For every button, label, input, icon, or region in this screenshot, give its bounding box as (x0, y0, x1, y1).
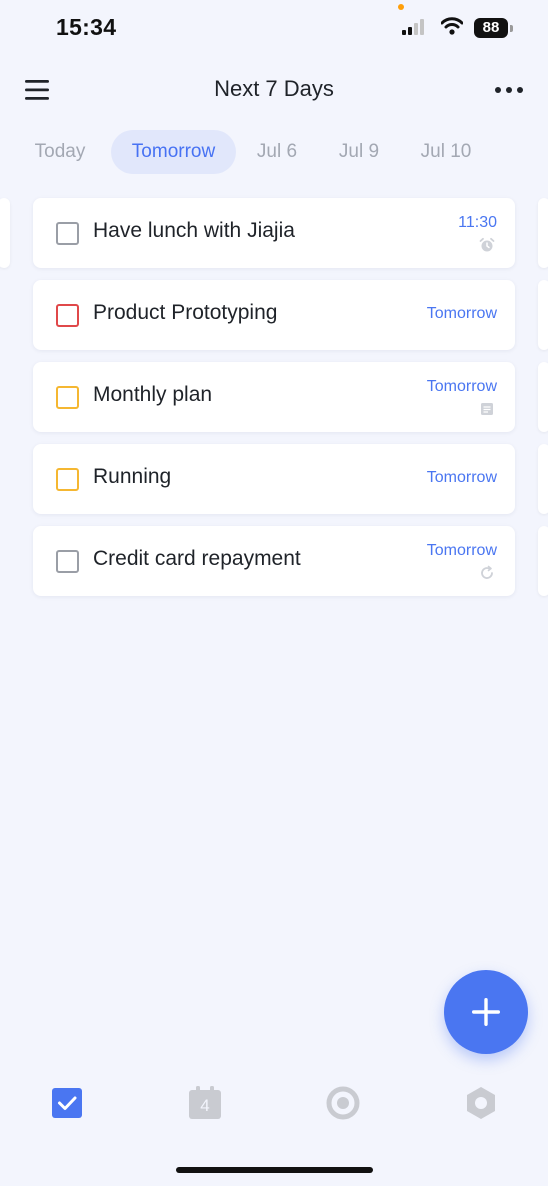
task-check-icon[interactable] (50, 1086, 84, 1120)
tab-jul-9[interactable]: Jul 9 (326, 130, 392, 174)
home-indicator (176, 1167, 373, 1173)
next-page-card (538, 444, 548, 514)
task-title: Have lunch with Jiajia (93, 219, 295, 242)
task-item[interactable]: Credit card repayment Tomorrow (33, 526, 515, 596)
task-item[interactable]: Monthly plan Tomorrow (33, 362, 515, 432)
task-date: Tomorrow (426, 542, 497, 559)
calendar-icon[interactable]: 4 (188, 1086, 222, 1120)
more-options-icon[interactable] (490, 78, 530, 102)
status-time: 15:34 (56, 14, 117, 40)
tab-jul-6[interactable]: Jul 6 (244, 130, 310, 174)
repeat-icon (481, 565, 493, 579)
task-title: Product Prototyping (93, 301, 278, 324)
task-item[interactable]: Running Tomorrow (33, 444, 515, 514)
note-icon (481, 403, 493, 415)
page-title: Next 7 Days (214, 76, 334, 101)
settings-icon[interactable] (464, 1086, 498, 1120)
battery-icon: 88 (474, 18, 516, 38)
task-checkbox[interactable] (56, 386, 79, 409)
next-page-card (538, 362, 548, 432)
tab-tomorrow[interactable]: Tomorrow (111, 130, 236, 174)
task-date: Tomorrow (426, 378, 497, 395)
bottom-tab-bar: 4 (0, 1080, 548, 1130)
calendar-day-number: 4 (200, 1096, 210, 1115)
status-bar: 15:34 88 (0, 0, 548, 56)
header: Next 7 Days (0, 64, 548, 116)
wifi-icon (441, 17, 463, 35)
task-checkbox[interactable] (56, 550, 79, 573)
task-date: Tomorrow (426, 469, 497, 486)
focus-icon[interactable] (326, 1086, 360, 1120)
next-page-card (538, 280, 548, 350)
tab-jul-10[interactable]: Jul 10 (408, 130, 484, 174)
task-date: Tomorrow (426, 305, 497, 322)
alarm-icon (479, 237, 495, 252)
task-checkbox[interactable] (56, 222, 79, 245)
task-time: 11:30 (458, 214, 497, 231)
task-title: Running (93, 465, 172, 488)
prev-page-card (0, 198, 10, 268)
task-title: Monthly plan (93, 383, 213, 406)
battery-level: 88 (474, 18, 508, 38)
task-item[interactable]: Have lunch with Jiajia 11:30 (33, 198, 515, 268)
cellular-signal-icon (402, 19, 424, 35)
task-title: Credit card repayment (93, 547, 301, 570)
plus-icon (472, 998, 500, 1026)
next-page-card (538, 526, 548, 596)
tab-today[interactable]: Today (18, 130, 102, 174)
add-task-button[interactable] (444, 970, 528, 1054)
task-checkbox[interactable] (56, 468, 79, 491)
privacy-indicator (398, 4, 404, 10)
task-checkbox[interactable] (56, 304, 79, 327)
next-page-card (538, 198, 548, 268)
date-tabs: Today Tomorrow Jul 6 Jul 9 Jul 10 (18, 130, 538, 174)
task-item[interactable]: Product Prototyping Tomorrow (33, 280, 515, 350)
